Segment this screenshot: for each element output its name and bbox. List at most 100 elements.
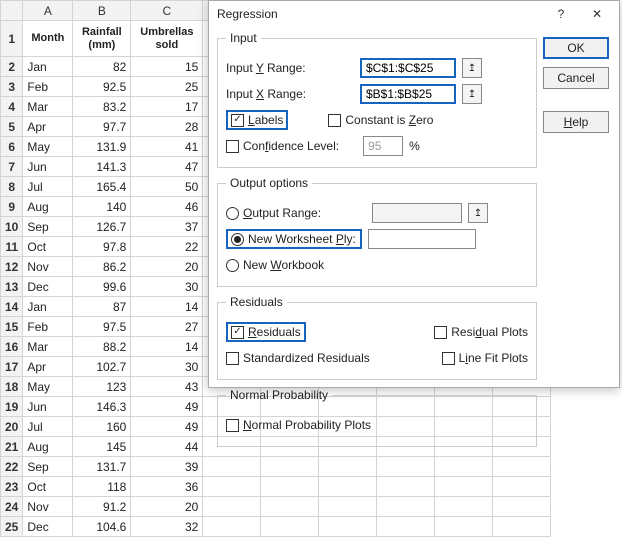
cell[interactable]: 36 (131, 477, 203, 497)
confidence-checkbox[interactable]: Confidence Level: (226, 139, 339, 153)
cell[interactable]: 30 (131, 357, 203, 377)
cell[interactable]: Month (23, 21, 73, 57)
cell[interactable]: 97.7 (73, 117, 131, 137)
cell[interactable]: Feb (23, 77, 73, 97)
row-header[interactable]: 22 (1, 457, 23, 477)
row-header[interactable]: 14 (1, 297, 23, 317)
help-button[interactable]: Help (543, 111, 609, 133)
cell[interactable]: Oct (23, 237, 73, 257)
cell[interactable]: 99.6 (73, 277, 131, 297)
cell[interactable] (261, 457, 319, 477)
cell[interactable]: 104.6 (73, 517, 131, 537)
cell[interactable]: 97.8 (73, 237, 131, 257)
cell[interactable]: 83.2 (73, 97, 131, 117)
cell[interactable] (319, 517, 377, 537)
cell[interactable]: Sep (23, 217, 73, 237)
row-header[interactable]: 8 (1, 177, 23, 197)
residuals-checkbox[interactable]: Residuals (226, 322, 306, 342)
row-header[interactable]: 9 (1, 197, 23, 217)
residual-plots-checkbox[interactable]: Residual Plots (434, 325, 528, 339)
row-header[interactable]: 20 (1, 417, 23, 437)
row-header[interactable]: 16 (1, 337, 23, 357)
row-header[interactable]: 18 (1, 377, 23, 397)
cell[interactable]: Feb (23, 317, 73, 337)
row-header[interactable]: 2 (1, 57, 23, 77)
cell[interactable]: 32 (131, 517, 203, 537)
cell[interactable]: 145 (73, 437, 131, 457)
x-range-input[interactable] (360, 84, 456, 104)
cell[interactable] (493, 517, 551, 537)
cell[interactable] (435, 517, 493, 537)
close-icon[interactable]: ✕ (579, 3, 615, 25)
cell[interactable]: Oct (23, 477, 73, 497)
cell[interactable]: 47 (131, 157, 203, 177)
row-header[interactable]: 25 (1, 517, 23, 537)
select-all-corner[interactable] (1, 1, 23, 21)
constant-zero-checkbox[interactable]: Constant is Zero (328, 113, 433, 127)
cell[interactable]: Jun (23, 397, 73, 417)
cell[interactable]: 118 (73, 477, 131, 497)
cell[interactable]: 126.7 (73, 217, 131, 237)
cell[interactable] (377, 477, 435, 497)
col-header-C[interactable]: C (131, 1, 203, 21)
cell[interactable] (203, 477, 261, 497)
row-header[interactable]: 15 (1, 317, 23, 337)
cell[interactable]: 28 (131, 117, 203, 137)
cell[interactable]: 102.7 (73, 357, 131, 377)
cell[interactable]: 82 (73, 57, 131, 77)
std-residuals-checkbox[interactable]: Standardized Residuals (226, 351, 370, 365)
cell[interactable] (377, 517, 435, 537)
cell[interactable]: May (23, 377, 73, 397)
collapse-range-icon[interactable]: ↥ (462, 84, 482, 104)
cell[interactable]: Dec (23, 277, 73, 297)
row-header[interactable]: 12 (1, 257, 23, 277)
cell[interactable]: Jan (23, 297, 73, 317)
cell[interactable] (261, 517, 319, 537)
cell[interactable]: Jan (23, 57, 73, 77)
cell[interactable]: 50 (131, 177, 203, 197)
row-header[interactable]: 11 (1, 237, 23, 257)
cell[interactable]: May (23, 137, 73, 157)
new-worksheet-input[interactable] (368, 229, 476, 249)
cell[interactable]: Aug (23, 437, 73, 457)
cell[interactable]: 131.7 (73, 457, 131, 477)
cell[interactable]: Nov (23, 497, 73, 517)
cell[interactable]: 37 (131, 217, 203, 237)
cell[interactable]: 30 (131, 277, 203, 297)
cell[interactable]: 49 (131, 397, 203, 417)
cell[interactable]: 15 (131, 57, 203, 77)
cell[interactable]: 41 (131, 137, 203, 157)
cell[interactable] (319, 497, 377, 517)
cell[interactable]: Apr (23, 357, 73, 377)
cell[interactable]: Mar (23, 337, 73, 357)
new-worksheet-radio[interactable]: New Worksheet Ply: (226, 229, 362, 249)
cell[interactable]: 91.2 (73, 497, 131, 517)
output-range-radio[interactable]: Output Range: (226, 206, 366, 220)
row-header[interactable]: 17 (1, 357, 23, 377)
row-header[interactable]: 1 (1, 21, 23, 57)
cell[interactable]: 20 (131, 497, 203, 517)
cell[interactable]: 25 (131, 77, 203, 97)
cell[interactable] (435, 497, 493, 517)
cell[interactable] (377, 457, 435, 477)
cell[interactable]: Dec (23, 517, 73, 537)
help-icon[interactable]: ? (543, 3, 579, 25)
cell[interactable] (319, 457, 377, 477)
cell[interactable]: 92.5 (73, 77, 131, 97)
row-header[interactable]: 23 (1, 477, 23, 497)
labels-checkbox[interactable]: Labels (226, 110, 288, 130)
cell[interactable] (493, 457, 551, 477)
row-header[interactable]: 5 (1, 117, 23, 137)
row-header[interactable]: 13 (1, 277, 23, 297)
cell[interactable] (435, 457, 493, 477)
row-header[interactable]: 4 (1, 97, 23, 117)
line-fit-plots-checkbox[interactable]: Line Fit Plots (442, 351, 528, 365)
cell[interactable] (493, 497, 551, 517)
cancel-button[interactable]: Cancel (543, 67, 609, 89)
cell[interactable]: 49 (131, 417, 203, 437)
cell[interactable]: 165.4 (73, 177, 131, 197)
cell[interactable]: Rainfall (mm) (73, 21, 131, 57)
cell[interactable]: Mar (23, 97, 73, 117)
cell[interactable]: 44 (131, 437, 203, 457)
cell[interactable]: Jul (23, 177, 73, 197)
